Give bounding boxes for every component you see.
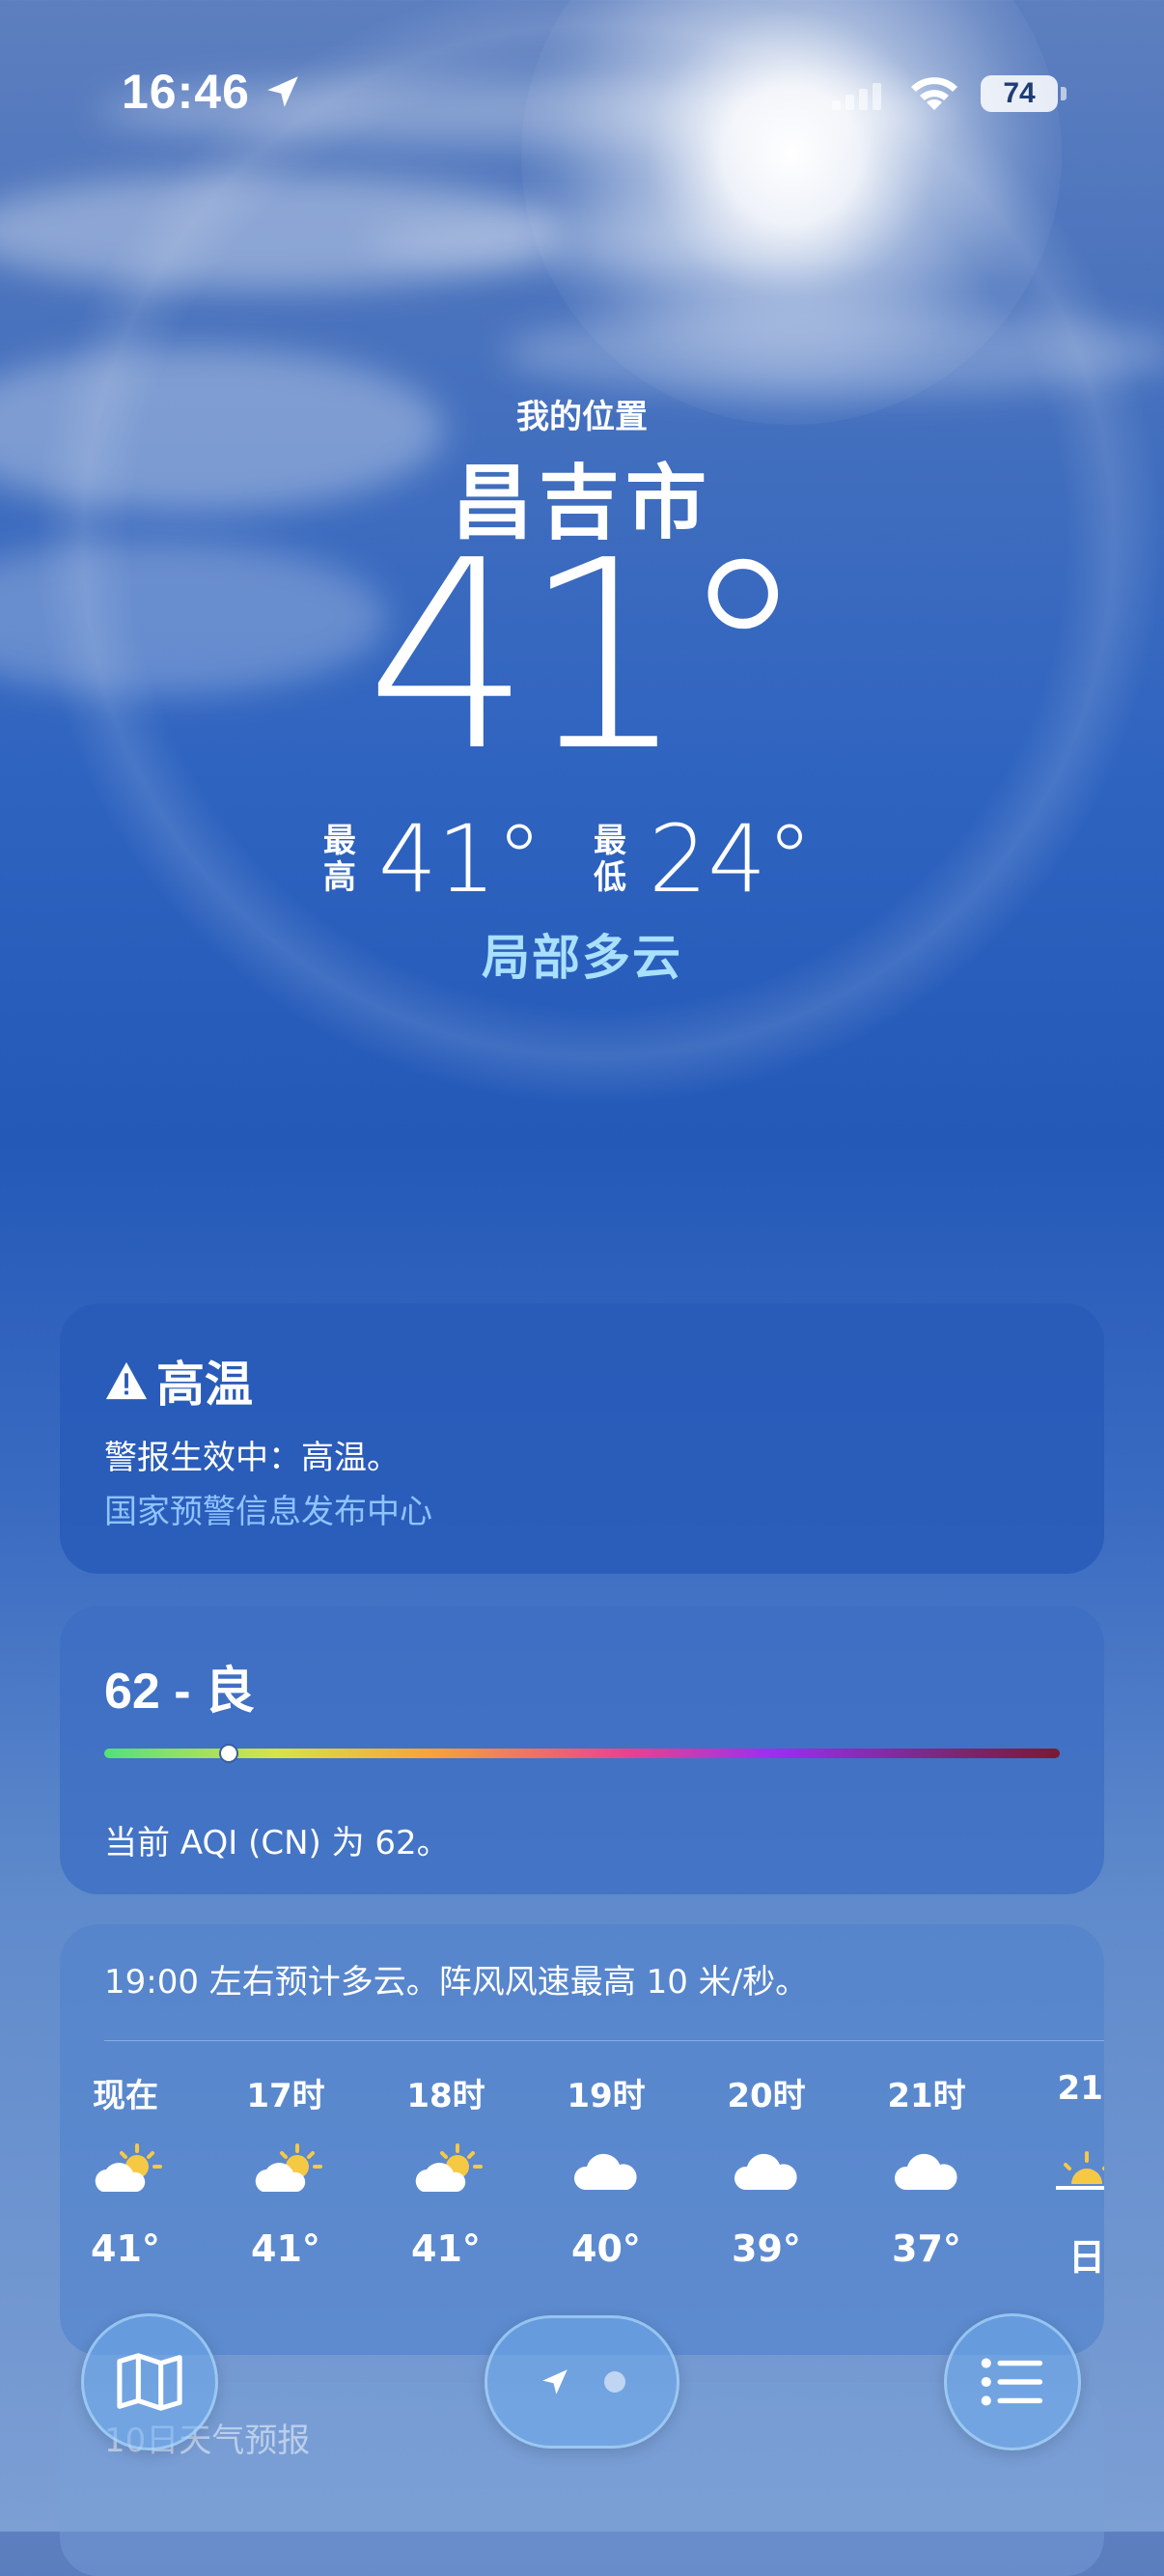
hour-temp: 41° xyxy=(251,2227,320,2270)
aqi-description: 当前 AQI (CN) 为 62。 xyxy=(104,1824,450,1862)
divider xyxy=(104,2040,1104,2041)
high-label: 最高 xyxy=(322,822,356,897)
hour-temp: 41° xyxy=(91,2227,160,2270)
hour-label: 17时 xyxy=(246,2077,325,2115)
hour-column: 20时 39° xyxy=(699,2069,834,2270)
hour-column: 18时 41° xyxy=(378,2069,513,2270)
alert-title: 高温 xyxy=(156,1357,253,1413)
page-dot xyxy=(604,2371,625,2393)
hour-label: 21: xyxy=(1057,2069,1104,2108)
battery-indicator: 74 xyxy=(981,75,1058,112)
aqi-value: 62 - 良 xyxy=(104,1664,256,1720)
aqi-scale-bar xyxy=(104,1749,1060,1758)
status-bar: 16:46 74 xyxy=(0,0,1164,193)
partly-cloudy-sun-icon xyxy=(60,2117,193,2224)
weather-condition: 局部多云 xyxy=(482,930,682,986)
hour-label: 21时 xyxy=(887,2077,966,2115)
hour-label: 19时 xyxy=(567,2077,646,2115)
hour-temp: 41° xyxy=(411,2227,481,2270)
hour-temp: 日 xyxy=(1067,2236,1104,2279)
warning-icon xyxy=(105,1361,148,1400)
cloud-icon xyxy=(859,2117,994,2224)
hour-temp: 37° xyxy=(892,2227,961,2270)
aqi-card[interactable]: 62 - 良 当前 AQI (CN) 为 62。 xyxy=(60,1606,1104,1894)
hour-label: 20时 xyxy=(727,2077,806,2115)
cellular-signal-icon xyxy=(832,83,886,110)
partly-cloudy-sun-icon xyxy=(218,2117,353,2224)
location-arrow-icon xyxy=(267,76,298,107)
alert-text: 警报生效中：高温。 xyxy=(104,1439,400,1477)
current-temperature: 41° xyxy=(365,504,809,808)
hour-column: 19时 40° xyxy=(539,2069,674,2270)
alert-card[interactable]: 高温 警报生效中：高温。 国家预警信息发布中心 xyxy=(60,1303,1104,1574)
cloud-icon xyxy=(699,2117,834,2224)
hour-label: 现在 xyxy=(93,2077,158,2115)
alert-title-row: 高温 xyxy=(104,1346,253,1415)
map-icon xyxy=(117,2353,182,2411)
alert-source-link[interactable]: 国家预警信息发布中心 xyxy=(104,1485,432,1532)
hourly-summary: 19:00 左右预计多云。阵风风速最高 10 米/秒。 xyxy=(104,1963,809,2002)
page-indicator[interactable] xyxy=(485,2315,679,2449)
partly-cloudy-sun-icon xyxy=(378,2117,513,2224)
hour-column: 21时 37° xyxy=(859,2069,994,2270)
hour-column: 17时 41° xyxy=(218,2069,353,2270)
hour-column: 现在 41° xyxy=(60,2069,193,2270)
city-list-button[interactable] xyxy=(944,2313,1081,2450)
hourly-forecast-card[interactable]: 19:00 左右预计多云。阵风风速最高 10 米/秒。 现在 41° 17时 41° 1… xyxy=(60,1924,1104,2355)
battery-tip xyxy=(1061,87,1067,100)
hour-temp: 40° xyxy=(571,2227,641,2270)
hour-temp: 39° xyxy=(732,2227,801,2270)
high-low-temps: 最高 41° 最低 24° xyxy=(0,813,1164,906)
aqi-indicator-dot xyxy=(218,1744,238,1763)
location-page-icon xyxy=(542,2369,568,2394)
sunset-icon xyxy=(1019,2117,1104,2224)
location-label: 我的位置 xyxy=(516,398,648,436)
low-label: 最低 xyxy=(594,822,626,897)
hour-column: 21: 日 xyxy=(1019,2069,1104,2281)
wifi-icon xyxy=(911,77,957,110)
map-button[interactable] xyxy=(81,2313,218,2450)
high-temp: 41° xyxy=(377,805,542,913)
status-time: 16:46 xyxy=(122,65,250,119)
hour-label: 18时 xyxy=(406,2077,485,2115)
list-icon xyxy=(981,2358,1043,2406)
cloud-icon xyxy=(539,2117,674,2224)
low-temp: 24° xyxy=(649,805,814,913)
